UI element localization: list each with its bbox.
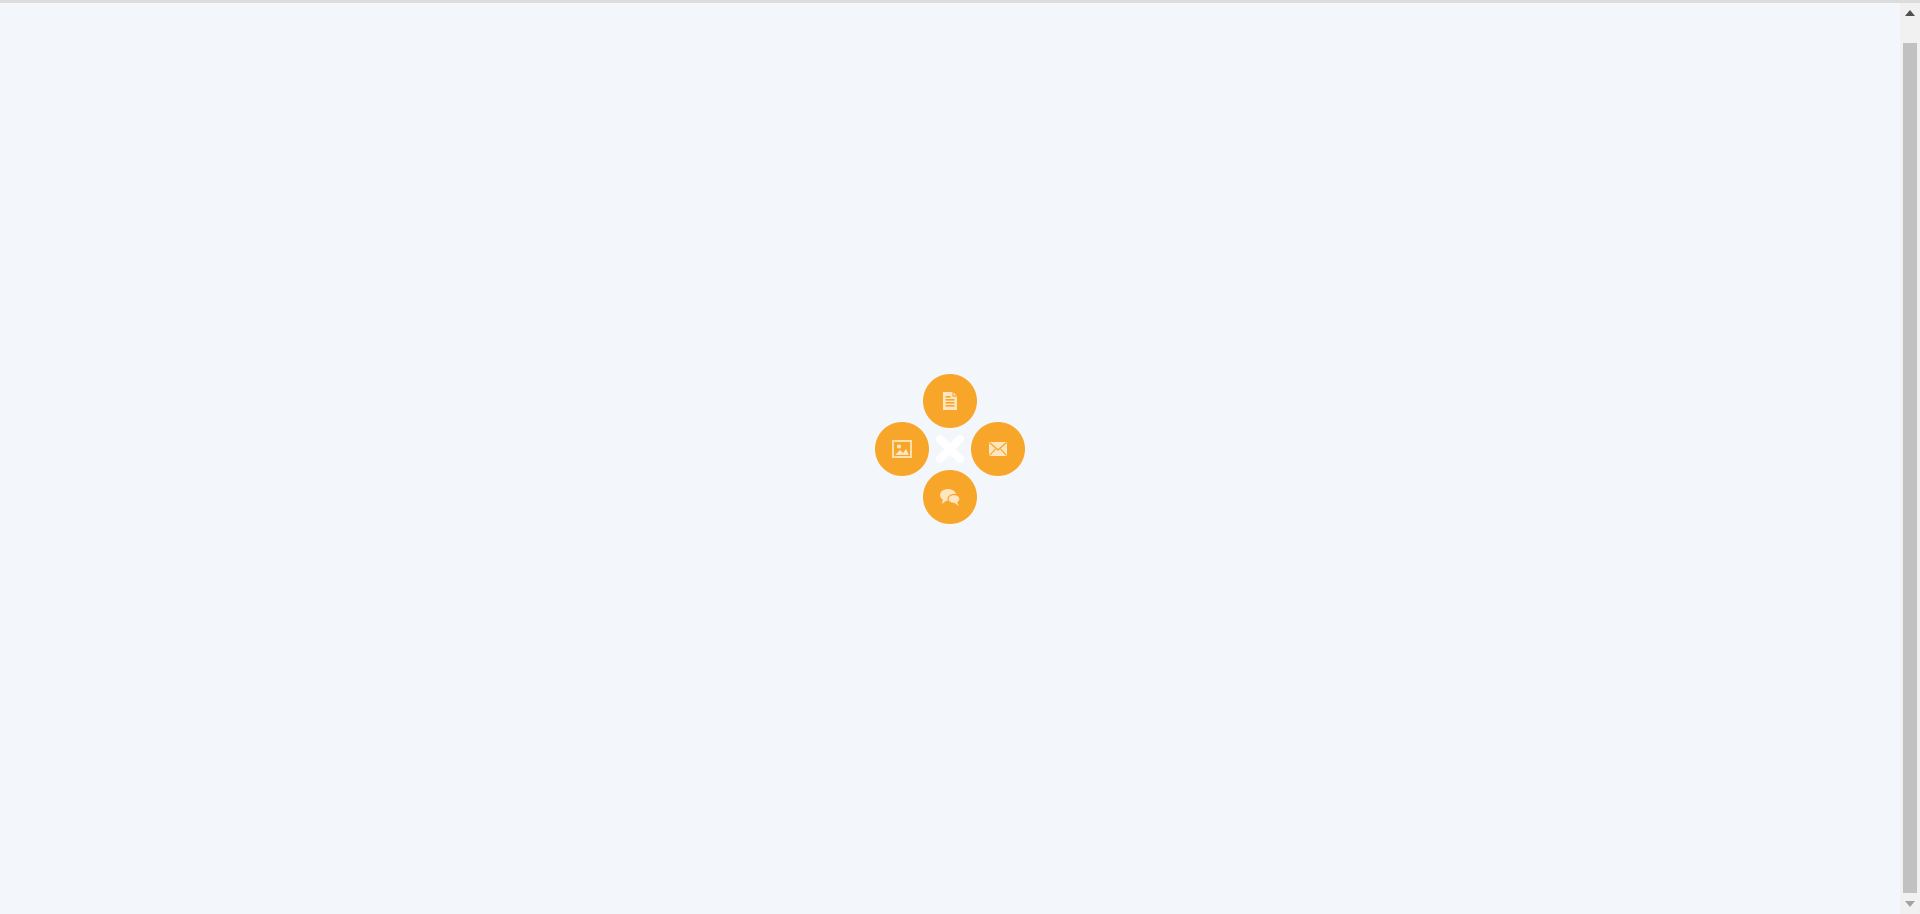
close-icon bbox=[936, 435, 964, 463]
vertical-scrollbar[interactable] bbox=[1900, 3, 1920, 914]
chat-icon bbox=[940, 489, 961, 506]
radial-menu-close-button[interactable] bbox=[928, 427, 972, 471]
chat-button[interactable] bbox=[923, 470, 977, 524]
arrow-down-icon bbox=[1905, 901, 1915, 907]
arrow-up-icon bbox=[1905, 10, 1915, 16]
mail-button[interactable] bbox=[971, 422, 1025, 476]
document-button[interactable] bbox=[923, 374, 977, 428]
image-icon bbox=[892, 440, 912, 458]
scroll-up-button[interactable] bbox=[1900, 3, 1920, 23]
image-button[interactable] bbox=[875, 422, 929, 476]
scroll-down-button[interactable] bbox=[1900, 894, 1920, 914]
scrollbar-thumb[interactable] bbox=[1903, 43, 1917, 893]
mail-icon bbox=[989, 441, 1007, 456]
document-icon bbox=[943, 392, 957, 410]
radial-menu bbox=[875, 374, 1025, 524]
